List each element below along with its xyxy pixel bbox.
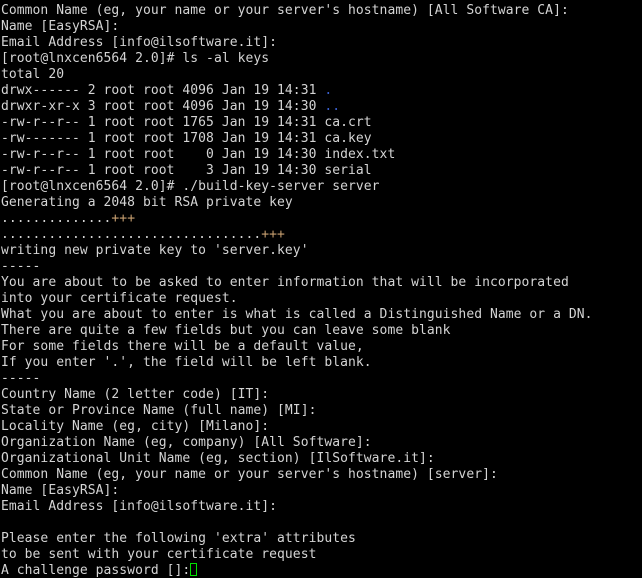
terminal-text-segment: .............. — [1, 211, 112, 226]
terminal-line: Organization Name (eg, company) [All Sof… — [1, 435, 642, 451]
terminal-text-segment: You are about to be asked to enter infor… — [1, 275, 569, 290]
terminal-text-segment: writing new private key to 'server.key' — [1, 243, 309, 258]
terminal-line: to be sent with your certificate request — [1, 547, 642, 563]
terminal-text-segment: Common Name (eg, your name or your serve… — [1, 467, 498, 482]
terminal-line: ----- — [1, 259, 642, 275]
terminal-text-segment: Common Name (eg, your name or your serve… — [1, 3, 569, 18]
terminal-text-segment: Country Name (2 letter code) [IT]: — [1, 387, 270, 402]
terminal-line: ----- — [1, 371, 642, 387]
terminal-text-segment: A challenge password []: — [1, 563, 191, 578]
terminal-text-segment: State or Province Name (full name) [MI]: — [1, 403, 317, 418]
terminal-line: Name [EasyRSA]: — [1, 483, 642, 499]
terminal-text-segment: Organizational Unit Name (eg, section) [… — [1, 451, 435, 466]
terminal-text-segment: -rw-r--r-- 1 root root 1765 Jan 19 14:31… — [1, 115, 372, 130]
terminal-line: A challenge password []: — [1, 563, 642, 578]
terminal-line: If you enter '.', the field will be left… — [1, 355, 642, 371]
terminal-text-segment: total 20 — [1, 67, 65, 82]
terminal-line: Common Name (eg, your name or your serve… — [1, 467, 642, 483]
terminal-text-segment: Name [EasyRSA]: — [1, 19, 120, 34]
terminal-line: Generating a 2048 bit RSA private key — [1, 195, 642, 211]
terminal-line: Country Name (2 letter code) [IT]: — [1, 387, 642, 403]
terminal-line: .................................+++ — [1, 227, 642, 243]
terminal-line: You are about to be asked to enter infor… — [1, 275, 642, 291]
terminal-line: State or Province Name (full name) [MI]: — [1, 403, 642, 419]
terminal-text-segment: ----- — [1, 371, 41, 386]
terminal-line: Common Name (eg, your name or your serve… — [1, 3, 642, 19]
terminal-line: ..............+++ — [1, 211, 642, 227]
text-cursor[interactable] — [190, 563, 198, 576]
terminal-text-segment: Organization Name (eg, company) [All Sof… — [1, 435, 372, 450]
terminal-line: [root@lnxcen6564 2.0]# ls -al keys — [1, 51, 642, 67]
terminal-line: Please enter the following 'extra' attri… — [1, 531, 642, 547]
terminal-text-segment: to be sent with your certificate request — [1, 547, 317, 562]
terminal-text-segment: drwx------ 2 root root 4096 Jan 19 14:31 — [1, 83, 325, 98]
terminal-text-segment: Email Address [info@ilsoftware.it]: — [1, 35, 278, 50]
terminal-line: [root@lnxcen6564 2.0]# ./build-key-serve… — [1, 179, 642, 195]
terminal-line: writing new private key to 'server.key' — [1, 243, 642, 259]
terminal-line: For some fields there will be a default … — [1, 339, 642, 355]
terminal-text-segment: Generating a 2048 bit RSA private key — [1, 195, 293, 210]
terminal-text-segment: For some fields there will be a default … — [1, 339, 364, 354]
terminal-text-segment: -rw-r--r-- 1 root root 3 Jan 19 14:30 se… — [1, 163, 372, 178]
terminal-line: -rw------- 1 root root 1708 Jan 19 14:31… — [1, 131, 642, 147]
terminal-text-segment: ................................. — [1, 227, 262, 242]
terminal-text-segment: .. — [324, 99, 341, 114]
terminal-line: -rw-r--r-- 1 root root 0 Jan 19 14:30 in… — [1, 147, 642, 163]
terminal-line: Locality Name (eg, city) [Milano]: — [1, 419, 642, 435]
terminal-text-segment: -rw-r--r-- 1 root root 0 Jan 19 14:30 in… — [1, 147, 396, 162]
terminal-text-segment: What you are about to enter is what is c… — [1, 307, 593, 322]
terminal-screen-buffer[interactable]: Common Name (eg, your name or your serve… — [1, 3, 642, 578]
terminal-line: -rw-r--r-- 1 root root 1765 Jan 19 14:31… — [1, 115, 642, 131]
terminal-text-segment: Please enter the following 'extra' attri… — [1, 531, 356, 546]
terminal-line: total 20 — [1, 67, 642, 83]
terminal-line: Name [EasyRSA]: — [1, 19, 642, 35]
terminal-text-segment: There are quite a few fields but you can… — [1, 323, 451, 338]
terminal-line: Organizational Unit Name (eg, section) [… — [1, 451, 642, 467]
terminal-line: drwxr-xr-x 3 root root 4096 Jan 19 14:30… — [1, 99, 642, 115]
terminal-window[interactable]: Common Name (eg, your name or your serve… — [0, 0, 642, 578]
terminal-text-segment: [root@lnxcen6564 2.0]# ls -al keys — [1, 51, 270, 66]
terminal-line: -rw-r--r-- 1 root root 3 Jan 19 14:30 se… — [1, 163, 642, 179]
terminal-line: What you are about to enter is what is c… — [1, 307, 642, 323]
terminal-text-segment: into your certificate request. — [1, 291, 238, 306]
terminal-line: into your certificate request. — [1, 291, 642, 307]
terminal-text-segment: [root@lnxcen6564 2.0]# ./build-key-serve… — [1, 179, 380, 194]
terminal-text-segment: If you enter '.', the field will be left… — [1, 355, 372, 370]
terminal-line: Email Address [info@ilsoftware.it]: — [1, 35, 642, 51]
terminal-text-segment: ----- — [1, 259, 41, 274]
terminal-text-segment: Name [EasyRSA]: — [1, 483, 120, 498]
terminal-text-segment: +++ — [111, 211, 136, 226]
terminal-text-segment: +++ — [261, 227, 285, 242]
terminal-text-segment: Email Address [info@ilsoftware.it]: — [1, 499, 278, 514]
terminal-text-segment: . — [324, 83, 333, 98]
terminal-line: Email Address [info@ilsoftware.it]: — [1, 499, 642, 515]
terminal-line: There are quite a few fields but you can… — [1, 323, 642, 339]
terminal-line: drwx------ 2 root root 4096 Jan 19 14:31… — [1, 83, 642, 99]
terminal-text-segment: -rw------- 1 root root 1708 Jan 19 14:31… — [1, 131, 372, 146]
terminal-text-segment: Locality Name (eg, city) [Milano]: — [1, 419, 270, 434]
terminal-text-segment: drwxr-xr-x 3 root root 4096 Jan 19 14:30 — [1, 99, 325, 114]
